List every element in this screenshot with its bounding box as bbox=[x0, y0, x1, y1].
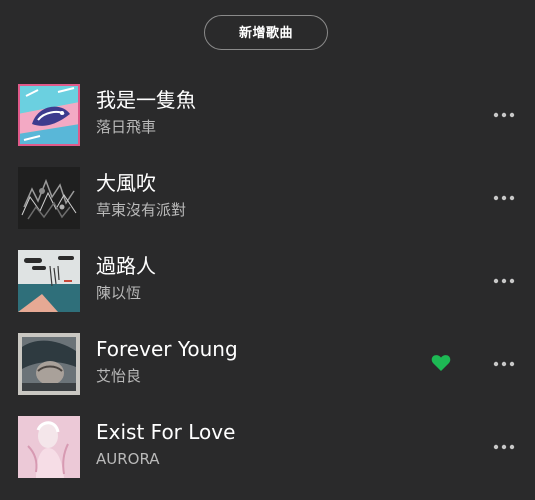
more-options-button[interactable] bbox=[490, 106, 518, 124]
more-icon bbox=[493, 112, 515, 118]
more-icon bbox=[493, 444, 515, 450]
album-cover bbox=[18, 167, 80, 229]
more-options-button[interactable] bbox=[490, 355, 518, 373]
album-cover bbox=[18, 84, 80, 146]
track-row[interactable]: Forever Young 艾怡良 bbox=[0, 333, 535, 416]
track-title: 我是一隻魚 bbox=[96, 88, 196, 112]
track-artist: AURORA bbox=[96, 450, 160, 468]
track-artist: 落日飛車 bbox=[96, 118, 157, 136]
track-row[interactable]: Exist For Love AURORA bbox=[0, 416, 535, 499]
track-row[interactable]: 過路人 陳以恆 bbox=[0, 250, 535, 333]
track-row[interactable]: 我是一隻魚 落日飛車 bbox=[0, 84, 535, 167]
track-title: Forever Young bbox=[96, 337, 238, 361]
track-title: Exist For Love bbox=[96, 420, 236, 444]
track-artist: 艾怡良 bbox=[96, 367, 142, 385]
track-title: 大風吹 bbox=[96, 171, 156, 195]
more-icon bbox=[493, 195, 515, 201]
track-row[interactable]: 大風吹 草東沒有派對 bbox=[0, 167, 535, 250]
album-cover bbox=[18, 416, 80, 478]
more-options-button[interactable] bbox=[490, 438, 518, 456]
track-artist: 陳以恆 bbox=[96, 284, 142, 302]
track-artist: 草東沒有派對 bbox=[96, 201, 187, 219]
more-icon bbox=[493, 361, 515, 367]
more-options-button[interactable] bbox=[490, 272, 518, 290]
liked-heart-icon[interactable] bbox=[431, 354, 451, 372]
more-icon bbox=[493, 278, 515, 284]
album-cover bbox=[18, 333, 80, 395]
track-list: 我是一隻魚 落日飛車 大風吹 草東沒有派對 過路人 陳以恆 Forever Yo… bbox=[0, 0, 535, 500]
more-options-button[interactable] bbox=[490, 189, 518, 207]
track-title: 過路人 bbox=[96, 254, 156, 278]
album-cover bbox=[18, 250, 80, 312]
